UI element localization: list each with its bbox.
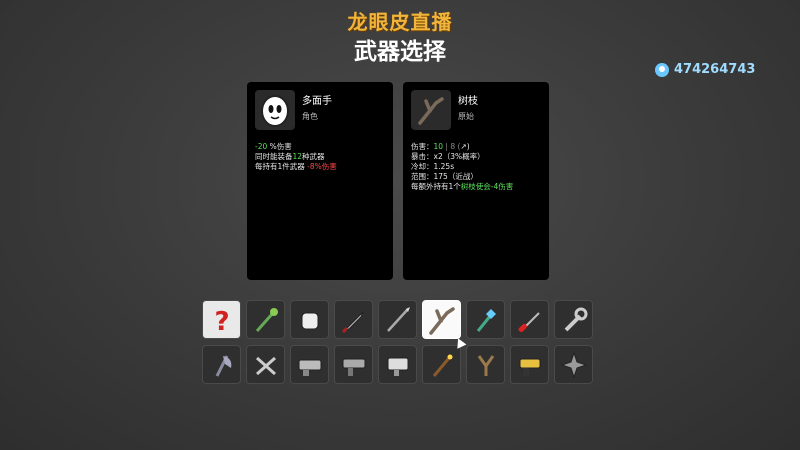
weapon-stat-text: 每额外持有1个 [411, 182, 461, 191]
character-stat-text: %伤害 [267, 142, 292, 151]
weapon-stat-text: 10 [433, 142, 444, 151]
scissors-icon [255, 356, 276, 375]
character-stat-text: -20 [255, 142, 268, 151]
stick-weapon-icon [411, 90, 451, 130]
weapon-slot-shredder[interactable] [378, 345, 417, 384]
weapon-selection-grid: ? [202, 300, 602, 390]
weapon-stat-text: 冷却：1.25s [411, 162, 455, 171]
random-icon: ? [214, 307, 229, 337]
weapon-stat-text: 树枝 [460, 182, 476, 191]
weapon-stat-text: 暴击：x2（3%概率） [411, 152, 485, 161]
qq-group-number: 474264743 [674, 62, 756, 77]
taser-icon [519, 358, 540, 376]
weapon-slot-smg[interactable] [334, 345, 373, 384]
weapon-slot-screwdriver[interactable] [510, 300, 549, 339]
qq-group-badge: 474264743 [655, 62, 755, 77]
weapon-slot-stick[interactable] [422, 300, 461, 339]
weapon-slot-shuriken[interactable] [554, 345, 593, 384]
spear-icon [386, 306, 410, 332]
smg-icon [342, 358, 365, 376]
weapon-slot-taser[interactable] [510, 345, 549, 384]
weapon-type: 原始 [458, 112, 474, 121]
weapon-stat-text: 使会-4伤害 [475, 182, 514, 191]
weapon-stat-text: | 8 ( [443, 142, 461, 151]
weapon-row-2 [202, 345, 602, 384]
weapon-stat-line: 暴击：x2（3%概率） [411, 152, 541, 162]
weapon-stat-line: 伤害：10 | 8 (↗) [411, 142, 541, 152]
page-title: 武器选择 [354, 39, 446, 65]
svg-text:?: ? [214, 307, 229, 337]
weapon-slot-scissors[interactable] [246, 345, 285, 384]
character-stat-text: -8%伤害 [307, 162, 337, 171]
weapon-row-1: ? [202, 300, 602, 339]
weapon-stat-text: ) [466, 142, 470, 151]
weapon-slot-crystal-staff[interactable] [466, 300, 505, 339]
stick-icon [428, 306, 455, 335]
character-stat-text: 12 [292, 152, 303, 161]
weapon-slot-fist[interactable] [290, 300, 329, 339]
streamer-logo: 龙眼皮直播 [347, 10, 453, 34]
wand-icon [432, 354, 452, 377]
character-stat-text: 种武器 [302, 152, 325, 161]
character-type: 角色 [302, 112, 318, 121]
knife-icon [341, 311, 363, 333]
character-stat-line: 同时能装备12种武器 [255, 152, 385, 162]
crystal-staff-icon [476, 308, 496, 332]
spiked-mace-icon [255, 307, 278, 332]
weapon-stat-text: 范围：175（近战） [411, 172, 478, 181]
weapon-slot-spiked-mace[interactable] [246, 300, 285, 339]
character-stat-line: 每持有1件武器 -8%伤害 [255, 162, 385, 172]
shredder-icon [387, 357, 408, 376]
potato-character-icon [255, 90, 295, 130]
weapon-stat-line: 冷却：1.25s [411, 162, 541, 172]
screwdriver-icon [518, 311, 540, 332]
weapon-stat-text: 伤害： [411, 142, 434, 151]
weapon-slot-slingshot[interactable] [466, 345, 505, 384]
qq-icon [655, 62, 669, 77]
axe-icon [215, 354, 231, 377]
weapon-slot-random[interactable]: ? [202, 300, 241, 339]
character-info-panel: 多面手 角色 -20 %伤害 同时能装备12种武器 每持有1件武器 -8%伤害 [247, 82, 393, 280]
weapon-slot-axe[interactable] [202, 345, 241, 384]
character-name: 多面手 [302, 96, 332, 107]
weapon-slot-minigun[interactable] [290, 345, 329, 384]
fist-icon [301, 312, 318, 329]
weapon-stats: 伤害：10 | 8 (↗) 暴击：x2（3%概率） 冷却：1.25s 范围：175（近… [411, 142, 541, 192]
weapon-slot-wand[interactable] [422, 345, 461, 384]
character-stat-line: -20 %伤害 [255, 142, 385, 152]
weapon-name: 树枝 [458, 96, 478, 107]
shuriken-icon [559, 350, 588, 379]
weapon-slot-spear[interactable] [378, 300, 417, 339]
slingshot-icon [477, 354, 494, 376]
character-stat-text: 每持有1件武器 [255, 162, 308, 171]
weapon-stat-line: 每额外持有1个树枝使会-4伤害 [411, 182, 541, 192]
weapon-stat-line: 范围：175（近战） [411, 172, 541, 182]
wrench-icon [564, 307, 587, 331]
weapon-slot-knife[interactable] [334, 300, 373, 339]
weapon-slot-wrench[interactable] [554, 300, 593, 339]
minigun-icon [298, 359, 321, 376]
weapon-info-panel: 树枝 原始 伤害：10 | 8 (↗) 暴击：x2（3%概率） 冷却：1.25s 范围… [403, 82, 549, 280]
character-stat-text: 同时能装备 [255, 152, 293, 161]
character-stats: -20 %伤害 同时能装备12种武器 每持有1件武器 -8%伤害 [255, 142, 385, 172]
